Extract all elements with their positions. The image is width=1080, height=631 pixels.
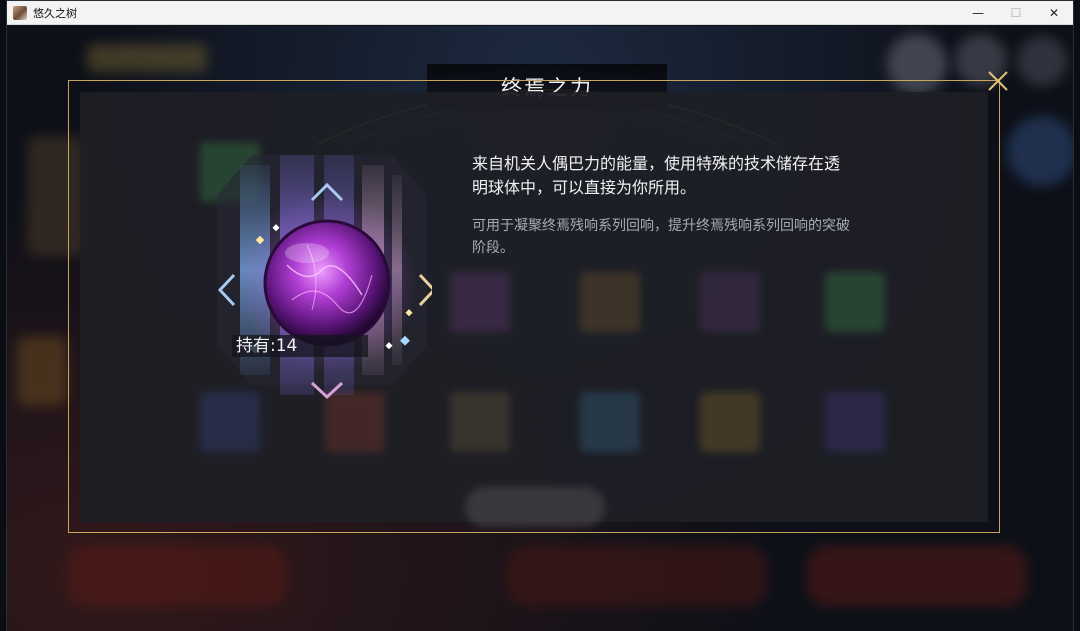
background-decoration — [17, 336, 67, 406]
purple-energy-orb-icon — [217, 155, 432, 400]
background-decoration — [1007, 116, 1073, 186]
window-title: 悠久之树 — [33, 6, 77, 20]
background-decoration — [507, 546, 767, 606]
window-controls: — ☐ ✕ — [959, 1, 1073, 25]
close-window-button[interactable]: ✕ — [1035, 1, 1073, 25]
item-description: 来自机关人偶巴力的能量，使用特殊的技术储存在透明球体中，可以直接为你所用。 — [472, 154, 841, 197]
owned-count: 持有:14 — [232, 335, 368, 357]
item-usage: 可用于凝聚终焉残响系列回响，提升终焉残响系列回响的突破阶段。 — [472, 218, 850, 256]
app-icon — [13, 5, 27, 20]
background-decoration — [67, 546, 287, 606]
title-bar[interactable]: 悠久之树 — ☐ ✕ — [7, 1, 1073, 25]
background-decoration — [807, 546, 1027, 606]
background-decoration — [87, 44, 207, 72]
background-decoration — [1017, 36, 1067, 86]
minimize-button[interactable]: — — [959, 1, 997, 25]
maximize-button[interactable]: ☐ — [997, 1, 1035, 25]
modal-frame — [68, 80, 1000, 533]
close-icon[interactable] — [985, 68, 1011, 94]
